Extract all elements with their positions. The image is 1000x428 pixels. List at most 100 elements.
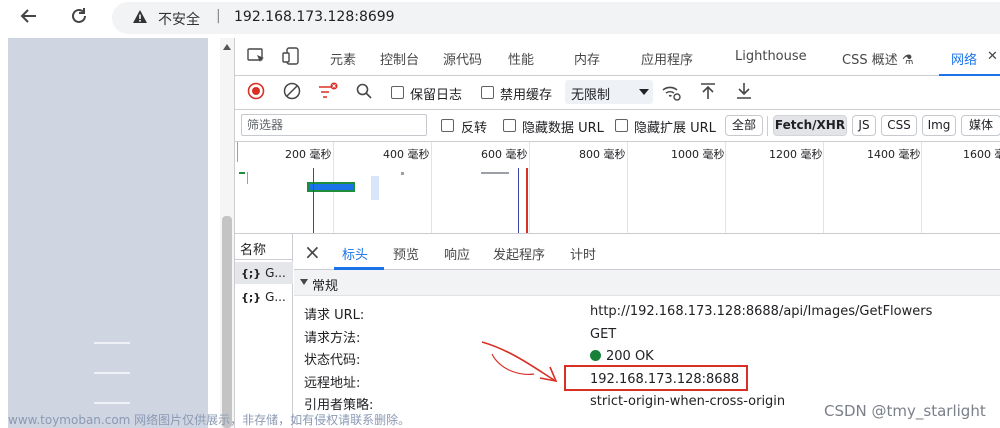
details-tabbar: × 标头 预览 响应 发起程序 计时 (294, 234, 1000, 270)
hide-extension-url-label: 隐藏扩展 URL (634, 121, 716, 136)
tab-initiator[interactable]: 发起程序 (493, 244, 545, 263)
wifi-settings-icon (662, 86, 681, 101)
general-section-header[interactable]: 常规 (294, 270, 1000, 296)
record-button[interactable] (245, 82, 267, 104)
waterfall-bar (481, 172, 509, 174)
disable-cache-checkbox[interactable] (481, 86, 494, 99)
warning-icon (133, 10, 147, 23)
address-separator: | (216, 8, 221, 24)
hide-extension-url-checkbox[interactable] (615, 119, 628, 132)
type-filter-js[interactable]: JS (852, 115, 876, 136)
device-toolbar-icon[interactable] (281, 47, 301, 65)
name-column-header[interactable]: 名称 (235, 234, 293, 260)
menu-line (94, 402, 130, 404)
tab-response[interactable]: 响应 (444, 244, 470, 263)
request-row[interactable]: {;} G... (235, 286, 293, 308)
type-filter-fetch-xhr[interactable]: Fetch/XHR (773, 115, 847, 136)
clear-icon (283, 82, 301, 100)
download-icon (737, 83, 751, 99)
close-icon[interactable]: × (304, 242, 324, 262)
tick-label: 600 毫秒 (481, 148, 528, 161)
tab-headers[interactable]: 标头 (342, 244, 368, 263)
tick-label: 200 毫秒 (285, 148, 332, 161)
search-button[interactable] (353, 82, 375, 104)
back-button[interactable] (16, 6, 42, 30)
tick-label: 1400 毫秒 (867, 148, 921, 161)
reload-icon (72, 8, 86, 23)
tick-label: 1600 毫秒 (963, 148, 1000, 161)
load-event-line (526, 168, 528, 233)
hide-data-url-checkbox[interactable] (503, 119, 516, 132)
tab-timing[interactable]: 计时 (570, 244, 596, 263)
filter-icon (319, 82, 338, 98)
tab-elements[interactable]: 元素 (330, 49, 356, 68)
type-filter-all[interactable]: 全部 (725, 115, 763, 136)
grid-line (725, 142, 726, 233)
section-title: 常规 (312, 279, 339, 294)
request-row[interactable]: {;} G... (235, 262, 293, 284)
disable-cache-label: 禁用缓存 (500, 88, 553, 103)
tab-memory[interactable]: 内存 (574, 49, 600, 68)
header-value: strict-origin-when-cross-origin (590, 394, 786, 409)
request-details-panel: × 标头 预览 响应 发起程序 计时 常规 请求 URL: http://192… (294, 234, 1000, 428)
type-filter-media[interactable]: 媒体 (961, 115, 1000, 136)
timeline-start-marker (237, 142, 238, 162)
tick-label: 800 毫秒 (579, 148, 626, 161)
filter-toggle-button[interactable] (317, 82, 339, 104)
invert-label: 反转 (461, 121, 488, 136)
filter-input[interactable] (241, 114, 427, 136)
url-text[interactable]: 192.168.173.128:8699 (234, 9, 395, 25)
watermark-right: CSDN @tmy_starlight (824, 402, 986, 420)
request-name: G... (265, 266, 286, 280)
tab-application[interactable]: 应用程序 (641, 49, 693, 68)
filter-bar: 反转 隐藏数据 URL 隐藏扩展 URL 全部 Fetch/XHR JS CSS… (235, 110, 1000, 142)
grid-line (529, 142, 530, 233)
caret-down-icon (300, 279, 308, 285)
type-filter-img[interactable]: Img (922, 115, 956, 136)
xhr-icon: {;} (241, 267, 262, 280)
devtools-tabbar: 元素 控制台 源代码 性能 内存 应用程序 Lighthouse CSS 概述 … (235, 38, 1000, 76)
grid-line (431, 142, 432, 233)
address-bar[interactable]: 不安全 | 192.168.173.128:8699 (112, 2, 1000, 34)
watermark-left: www.toymoban.com 网络图片仅供展示，非存储，如有侵权请联系删除。 (8, 413, 411, 427)
export-har-button[interactable] (733, 82, 755, 104)
xhr-icon: {;} (241, 291, 262, 304)
scroll-up-icon[interactable] (223, 44, 231, 50)
status-ok-icon (590, 350, 601, 361)
header-key: 远程地址: (304, 376, 361, 391)
type-filter-css[interactable]: CSS (881, 115, 917, 136)
inspect-element-icon[interactable] (247, 47, 267, 65)
browser-toolbar: 不安全 | 192.168.173.128:8699 (0, 0, 1000, 36)
tab-network[interactable]: 网络 (951, 49, 977, 68)
header-key: 请求 URL: (304, 308, 365, 323)
invert-checkbox[interactable] (441, 119, 454, 132)
throttling-value: 无限制 (571, 88, 611, 103)
tab-performance[interactable]: 性能 (508, 49, 534, 68)
throttling-select[interactable]: 无限制 (565, 80, 653, 104)
annotation-arrow-icon (481, 341, 558, 383)
back-arrow-icon (20, 9, 36, 23)
reload-button[interactable] (66, 6, 92, 30)
page-sidebar-panel (8, 38, 208, 428)
dom-content-loaded-line (518, 168, 519, 233)
import-har-button[interactable] (697, 82, 719, 104)
type-separator (767, 116, 768, 136)
page-scrollbar[interactable] (220, 38, 234, 428)
network-overview-timeline[interactable]: 200 毫秒 400 毫秒 600 毫秒 800 毫秒 1000 毫秒 1200… (235, 142, 1000, 234)
preserve-log-checkbox[interactable] (391, 86, 404, 99)
tab-preview[interactable]: 预览 (393, 244, 419, 263)
waterfall-bar (307, 182, 355, 192)
tab-css-overview[interactable]: CSS 概述 ⚗ (842, 49, 914, 68)
tab-console[interactable]: 控制台 (380, 49, 419, 68)
header-key: 请求方法: (304, 331, 361, 346)
insecure-label[interactable]: 不安全 (158, 9, 200, 29)
scroll-thumb[interactable] (222, 216, 232, 428)
request-list: 名称 {;} G... {;} G... (235, 234, 293, 428)
close-network-tab-icon[interactable]: ✕ (987, 49, 998, 64)
tab-lighthouse[interactable]: Lighthouse (735, 49, 807, 64)
network-conditions-button[interactable] (661, 82, 683, 104)
tick-label: 1000 毫秒 (671, 148, 725, 161)
waterfall-bar (401, 172, 404, 175)
tab-sources[interactable]: 源代码 (443, 49, 482, 68)
clear-button[interactable] (281, 82, 303, 104)
